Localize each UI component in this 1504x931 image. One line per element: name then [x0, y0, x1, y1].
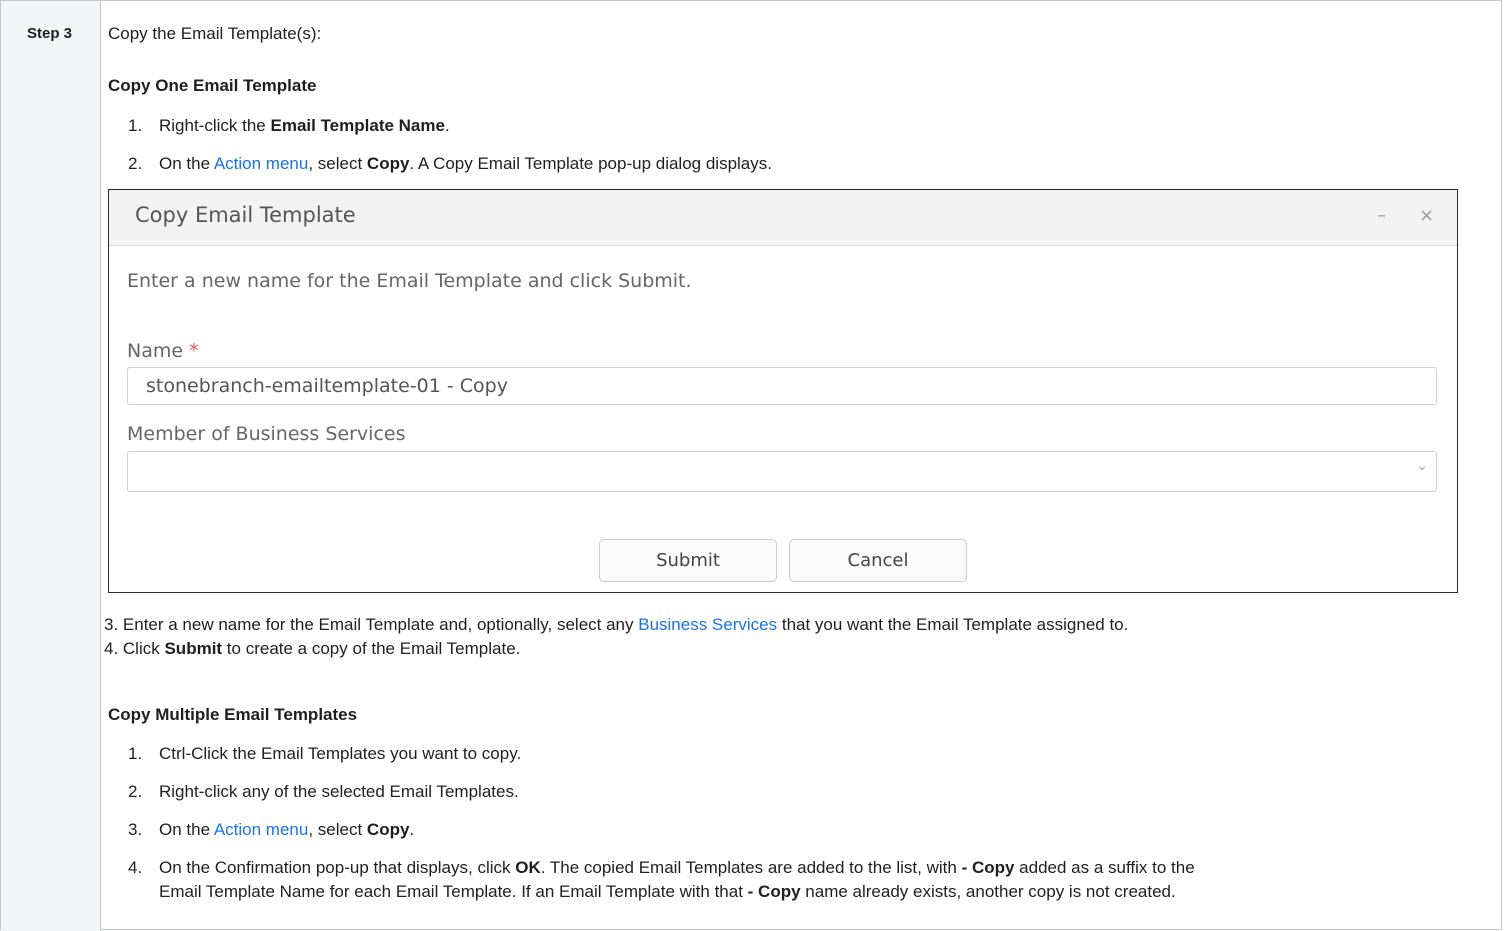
member-label: Member of Business Services — [127, 423, 406, 445]
list-number: 4. — [128, 858, 143, 877]
business-services-link[interactable]: Business Services — [638, 615, 777, 634]
step-text-mid: , select — [308, 820, 367, 839]
step-text: 4. Click — [104, 639, 165, 658]
step-text-end: name already exists, another copy is not… — [800, 882, 1176, 901]
copy-suffix-bold: - Copy — [747, 882, 801, 901]
submit-button[interactable]: Submit — [599, 539, 777, 582]
list-number: 2. — [128, 782, 143, 801]
step-column: Step 3 — [1, 1, 101, 931]
step-text: Right-click the — [159, 116, 271, 135]
step-text: Right-click any of the selected Email Te… — [159, 782, 519, 801]
step-text-end: that you want the Email Template assigne… — [777, 615, 1129, 634]
step-text: On the — [159, 820, 214, 839]
list-number: 1. — [128, 116, 143, 135]
step-text: 3. Enter a new name for the Email Templa… — [104, 615, 639, 634]
step-text-mid: . The copied Email Templates are added t… — [540, 858, 962, 877]
copy-one-step-3: 3. Enter a new name for the Email Templa… — [104, 614, 1128, 636]
step-text: On the — [159, 154, 214, 173]
intro-text: Copy the Email Template(s): — [108, 24, 322, 43]
name-input[interactable]: stonebranch-emailtemplate-01 - Copy — [127, 367, 1437, 405]
step-table: Step 3 Copy the Email Template(s): Copy … — [0, 0, 1502, 931]
list-number: 2. — [128, 154, 143, 173]
name-input-value: stonebranch-emailtemplate-01 - Copy — [146, 375, 508, 397]
action-menu-link[interactable]: Action menu — [214, 154, 309, 173]
copy-one-step-4: 4. Click Submit to create a copy of the … — [104, 638, 520, 660]
dialog-title: Copy Email Template — [135, 203, 356, 227]
step-bold: Submit — [164, 639, 223, 658]
close-icon[interactable]: × — [1419, 205, 1434, 226]
name-label: Name * — [127, 340, 199, 362]
step-text: Email Template Name for each Email Templ… — [159, 882, 748, 901]
copy-suffix-bold: - Copy — [961, 858, 1015, 877]
action-menu-link[interactable]: Action menu — [214, 820, 309, 839]
step-bold: Copy — [366, 154, 410, 173]
required-marker: * — [189, 340, 199, 362]
list-number: 1. — [128, 744, 143, 763]
step-text-mid: , select — [308, 154, 367, 173]
step-text-end: . — [409, 820, 415, 839]
name-label-text: Name — [127, 340, 184, 362]
step-bold: Email Template Name — [270, 116, 445, 135]
cancel-button[interactable]: Cancel — [789, 539, 967, 582]
dialog-instruction: Enter a new name for the Email Template … — [127, 270, 692, 292]
copy-multi-step-4-cont: Email Template Name for each Email Templ… — [159, 881, 1176, 903]
dialog-header: Copy Email Template – × — [109, 190, 1457, 246]
copy-email-template-dialog: Copy Email Template – × Enter a new name… — [108, 189, 1458, 593]
step-text: Ctrl-Click the Email Templates you want … — [159, 744, 522, 763]
list-number: 3. — [128, 820, 143, 839]
step-label: Step 3 — [27, 25, 73, 42]
step-bold: Copy — [366, 820, 410, 839]
minimize-icon[interactable]: – — [1377, 205, 1386, 226]
chevron-down-icon[interactable]: ⌄ — [1416, 458, 1428, 474]
step-text-end: . — [444, 116, 450, 135]
step-text-end: to create a copy of the Email Template. — [222, 639, 521, 658]
copy-one-heading: Copy One Email Template — [108, 76, 317, 95]
step-text: On the Confirmation pop-up that displays… — [159, 858, 516, 877]
step-text-end: . A Copy Email Template pop-up dialog di… — [409, 154, 772, 173]
copy-multi-heading: Copy Multiple Email Templates — [108, 705, 358, 724]
business-services-select[interactable]: ⌄ — [127, 451, 1437, 492]
ok-bold: OK — [515, 858, 541, 877]
step-text-end: added as a suffix to the — [1014, 858, 1195, 877]
